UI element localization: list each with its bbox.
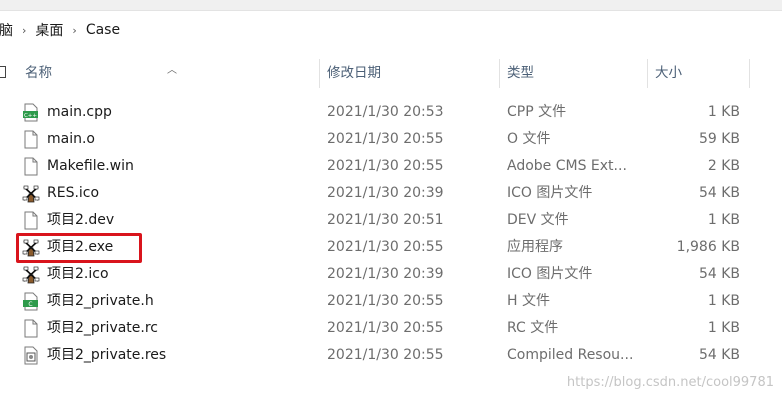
file-modified: 2021/1/30 20:51	[327, 212, 444, 228]
column-label-type: 类型	[507, 65, 534, 81]
file-name[interactable]: RES.ico	[47, 180, 99, 207]
file-type: 应用程序	[507, 239, 563, 255]
file-size: 1 KB	[707, 212, 740, 228]
column-label-name: 名称	[25, 65, 52, 81]
column-header-name[interactable]: 名称 ︿	[17, 57, 317, 90]
cpp-file-icon: C++	[22, 103, 40, 122]
file-name[interactable]: main.cpp	[47, 99, 112, 126]
windmill-icon	[22, 265, 40, 284]
file-size: 1 KB	[707, 293, 740, 309]
breadcrumb: 脑 › 桌面 › Case	[0, 12, 782, 48]
column-label-modified: 修改日期	[327, 65, 381, 81]
file-row[interactable]: main.o 2021/1/30 20:55 O 文件 59 KB	[0, 126, 782, 153]
chevron-right-icon: ›	[22, 23, 27, 37]
file-modified: 2021/1/30 20:55	[327, 131, 444, 147]
file-name[interactable]: 项目2.dev	[47, 207, 114, 234]
file-size: 1 KB	[707, 104, 740, 120]
file-type: Compiled Resou...	[507, 347, 634, 363]
windmill-icon	[22, 184, 40, 203]
file-row[interactable]: 项目2.ico 2021/1/30 20:39 ICO 图片文件 54 KB	[0, 261, 782, 288]
file-size: 54 KB	[698, 266, 740, 282]
file-row[interactable]: C 项目2_private.h 2021/1/30 20:55 H 文件 1 KB	[0, 288, 782, 315]
highlight-box	[16, 233, 142, 263]
column-header-size[interactable]: 大小	[647, 57, 749, 90]
file-name[interactable]: 项目2_private.h	[47, 288, 154, 315]
file-size: 59 KB	[698, 131, 740, 147]
file-row[interactable]: 项目2_private.rc 2021/1/30 20:55 RC 文件 1 KB	[0, 315, 782, 342]
file-modified: 2021/1/30 20:53	[327, 104, 444, 120]
column-divider[interactable]	[749, 59, 750, 88]
file-row[interactable]: Makefile.win 2021/1/30 20:55 Adobe CMS Ext…	[0, 153, 782, 180]
breadcrumb-item-case[interactable]: Case	[83, 20, 123, 40]
file-type: O 文件	[507, 131, 551, 147]
file-name[interactable]: 项目2.ico	[47, 261, 109, 288]
file-row[interactable]: RES.ico 2021/1/30 20:39 ICO 图片文件 54 KB	[0, 180, 782, 207]
file-modified: 2021/1/30 20:55	[327, 293, 444, 309]
file-icon	[22, 211, 40, 230]
file-type: CPP 文件	[507, 104, 567, 120]
file-icon	[22, 130, 40, 149]
file-icon	[22, 157, 40, 176]
file-modified: 2021/1/30 20:55	[327, 347, 444, 363]
breadcrumb-item-desktop[interactable]: 桌面	[32, 18, 66, 42]
file-size: 54 KB	[698, 347, 740, 363]
file-modified: 2021/1/30 20:39	[327, 266, 444, 282]
column-header: 名称 ︿ 修改日期 类型 大小	[0, 57, 782, 90]
toolbar-strip	[0, 0, 782, 11]
file-row[interactable]: C++ main.cpp 2021/1/30 20:53 CPP 文件 1 KB	[0, 99, 782, 126]
svg-text:C: C	[28, 301, 32, 308]
file-row[interactable]: 项目2_private.res 2021/1/30 20:55 Compiled R…	[0, 342, 782, 369]
file-icon	[22, 319, 40, 338]
file-name[interactable]: Makefile.win	[47, 153, 134, 180]
column-header-type[interactable]: 类型	[499, 57, 647, 90]
file-type: H 文件	[507, 293, 550, 309]
chevron-right-icon: ›	[72, 23, 77, 37]
file-size: 1 KB	[707, 320, 740, 336]
select-all-checkbox[interactable]	[0, 66, 6, 78]
file-modified: 2021/1/30 20:39	[327, 185, 444, 201]
file-modified: 2021/1/30 20:55	[327, 158, 444, 174]
column-header-modified[interactable]: 修改日期	[319, 57, 499, 90]
file-size: 54 KB	[698, 185, 740, 201]
breadcrumb-item-computer[interactable]: 脑	[0, 18, 16, 42]
file-type: ICO 图片文件	[507, 266, 593, 282]
file-name[interactable]: main.o	[47, 126, 95, 153]
file-name[interactable]: 项目2_private.rc	[47, 315, 158, 342]
file-type: ICO 图片文件	[507, 185, 593, 201]
watermark: https://blog.csdn.net/cool99781	[566, 375, 774, 390]
sort-up-icon: ︿	[167, 65, 177, 76]
res-file-icon	[22, 346, 40, 365]
file-row[interactable]: 项目2.dev 2021/1/30 20:51 DEV 文件 1 KB	[0, 207, 782, 234]
svg-text:C++: C++	[24, 113, 37, 119]
file-size: 2 KB	[707, 158, 740, 174]
file-modified: 2021/1/30 20:55	[327, 320, 444, 336]
file-type: Adobe CMS Ext...	[507, 158, 627, 174]
h-file-icon: C	[22, 292, 40, 311]
file-type: DEV 文件	[507, 212, 569, 228]
file-name[interactable]: 项目2_private.res	[47, 342, 166, 369]
file-modified: 2021/1/30 20:55	[327, 239, 444, 255]
file-type: RC 文件	[507, 320, 559, 336]
file-size: 1,986 KB	[676, 239, 740, 255]
column-label-size: 大小	[655, 65, 682, 81]
